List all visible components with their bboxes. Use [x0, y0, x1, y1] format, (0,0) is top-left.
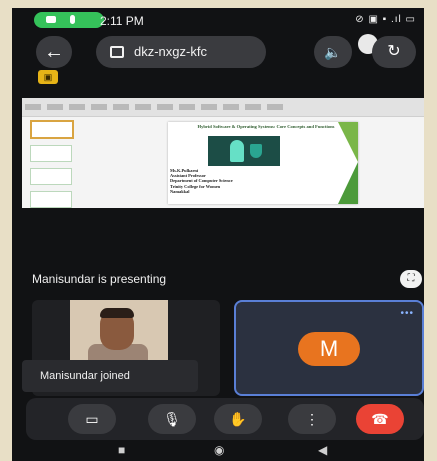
android-nav-bar: ■ ◉ ◀ — [12, 442, 424, 461]
fullscreen-button[interactable]: ⛶ — [400, 270, 422, 288]
presenting-label: Manisundar is presenting — [32, 272, 167, 286]
avatar: M — [298, 332, 360, 366]
raise-hand-button[interactable]: ✋ — [214, 404, 262, 434]
calendar-icon — [110, 46, 124, 58]
status-time: 2:11 PM — [100, 14, 144, 28]
shared-screen: Hybrid Software & Operating Systems: Cor… — [22, 98, 424, 208]
person-figure — [230, 140, 244, 162]
back-button[interactable]: ← — [36, 36, 72, 68]
join-toast: Manisundar joined — [22, 360, 198, 392]
slide-decoration — [338, 162, 358, 204]
ppt-ribbon — [22, 98, 424, 117]
hand-badge-icon: ▣ — [38, 70, 58, 84]
slide-thumbnail — [30, 191, 72, 208]
status-icons: ⊘ ▣ ▪ .ıl ▭ — [355, 14, 416, 25]
slide-title: Hybrid Software & Operating Systems: Cor… — [197, 124, 335, 129]
mic-toggle-button[interactable]: 🎙 — [148, 404, 196, 434]
home-button[interactable]: ◉ — [214, 443, 224, 457]
flip-camera-button[interactable]: ↻ — [372, 36, 416, 68]
speaker-button[interactable]: 🔈 — [314, 36, 352, 68]
recents-button[interactable]: ■ — [118, 443, 125, 457]
call-indicator-pill[interactable] — [34, 12, 104, 28]
slide-author-block: Ms.K.Pulkarni Assistant Professor Depart… — [170, 168, 290, 194]
call-controls: ▭ 🎙 ✋ ⋮ ☎ — [26, 398, 424, 440]
top-bar: ← dkz-nxgz-kfc 🔈 ↻ — [12, 34, 424, 72]
slide-thumbnails — [26, 120, 78, 208]
shield-icon — [250, 144, 262, 158]
end-call-button[interactable]: ☎ — [356, 404, 404, 434]
current-slide: Hybrid Software & Operating Systems: Cor… — [168, 122, 358, 204]
back-nav-button[interactable]: ◀ — [318, 443, 327, 457]
camera-toggle-button[interactable]: ▭ — [68, 404, 116, 434]
slide-thumbnail — [30, 145, 72, 162]
slide-thumbnail — [30, 120, 74, 139]
more-options-button[interactable]: ⋮ — [288, 404, 336, 434]
microphone-icon — [70, 15, 75, 24]
slide-thumbnail — [30, 168, 72, 185]
more-icon[interactable]: ••• — [400, 308, 414, 319]
phone-screen: 2:11 PM ⊘ ▣ ▪ .ıl ▭ ← dkz-nxgz-kfc 🔈 ↻ ▣… — [12, 8, 424, 461]
slide-illustration — [208, 136, 280, 166]
status-bar: 2:11 PM ⊘ ▣ ▪ .ıl ▭ — [12, 8, 424, 34]
camera-icon — [46, 16, 56, 23]
hair — [100, 308, 134, 318]
self-view-tile[interactable]: ••• M — [234, 300, 424, 396]
participant-camera-feed — [70, 300, 168, 370]
meeting-info-button[interactable]: dkz-nxgz-kfc — [96, 36, 266, 68]
slide-line: Namakkal — [170, 188, 190, 194]
meeting-code: dkz-nxgz-kfc — [134, 44, 207, 59]
